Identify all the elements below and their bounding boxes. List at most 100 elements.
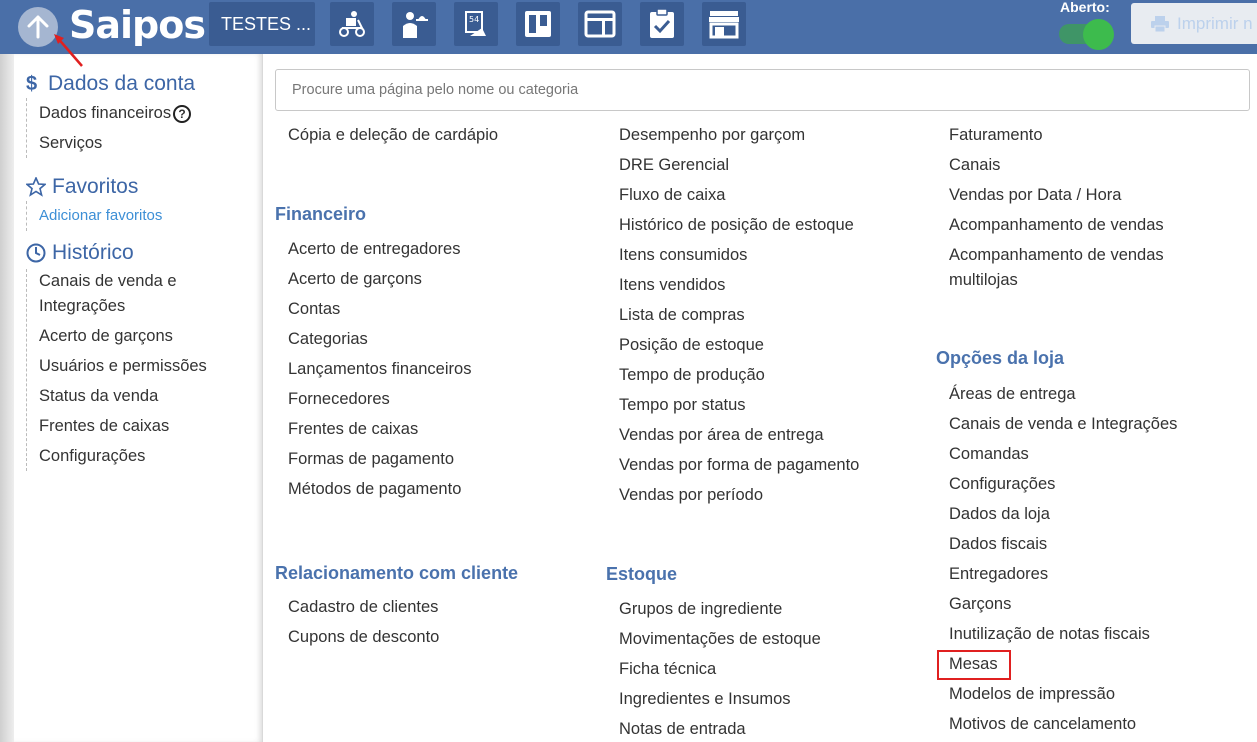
page-link[interactable]: Motivos de cancelamento (949, 715, 1136, 734)
page-link[interactable]: Grupos de ingrediente (619, 600, 782, 619)
waiter-icon (403, 12, 428, 38)
category-title-opcoes: Opções da loja (936, 348, 1065, 368)
page-link[interactable]: Acompanhamento de vendas (949, 246, 1164, 265)
favorites-section: Favoritos Adicionar favoritos (26, 175, 162, 231)
sidebar-item-financial-data[interactable]: Dados financeiros? (39, 98, 195, 128)
sidebar-item-sales-channels[interactable]: Canais de venda e Integrações (39, 269, 207, 319)
kanban-button[interactable] (516, 2, 560, 46)
sidebar-item-users-permissions[interactable]: Usuários e permissões (39, 351, 207, 381)
toggle-knob (1083, 19, 1114, 50)
favorites-header: Favoritos (26, 175, 162, 199)
page-link[interactable]: Tempo de produção (619, 366, 765, 385)
checklist-icon (650, 8, 674, 38)
account-header: $ Dados da conta (26, 72, 195, 96)
page-link[interactable]: multilojas (949, 271, 1018, 290)
store-selector-button[interactable]: TESTES ... (209, 2, 315, 46)
page-link[interactable]: Movimentações de estoque (619, 630, 821, 649)
sidebar-item-sale-status[interactable]: Status da venda (39, 381, 207, 411)
printer-icon (1151, 15, 1169, 32)
panel-button[interactable] (578, 2, 622, 46)
page-link[interactable]: Cupons de desconto (288, 628, 439, 647)
page-link[interactable]: Itens vendidos (619, 276, 725, 295)
sidebar-item-settings[interactable]: Configurações (39, 441, 207, 471)
page-link[interactable]: Acerto de garçons (288, 270, 422, 289)
page-link[interactable]: Vendas por Data / Hora (949, 186, 1121, 205)
clock-icon (26, 243, 46, 263)
sidebar-item-services[interactable]: Serviços (39, 128, 195, 158)
page-link[interactable]: Vendas por forma de pagamento (619, 456, 859, 475)
page-link[interactable]: Fluxo de caixa (619, 186, 725, 205)
page-link[interactable]: Ingredientes e Insumos (619, 690, 791, 709)
page-link[interactable]: Vendas por área de entrega (619, 426, 824, 445)
page-link[interactable]: Formas de pagamento (288, 450, 454, 469)
page-link[interactable]: Configurações (949, 475, 1055, 494)
page-link[interactable]: Desempenho por garçom (619, 126, 805, 145)
page-link[interactable]: Comandas (949, 445, 1029, 464)
page-link[interactable]: Histórico de posição de estoque (619, 216, 854, 235)
page-link[interactable]: Acompanhamento de vendas (949, 216, 1164, 235)
add-favorites-link[interactable]: Adicionar favoritos (39, 201, 162, 231)
page-link[interactable]: Entregadores (949, 565, 1048, 584)
dollar-icon: $ (26, 72, 38, 95)
history-header: Histórico (26, 241, 207, 265)
delivery-button[interactable] (330, 2, 374, 46)
store-status-label: Aberto: (1060, 0, 1110, 15)
favorites-title: Favoritos (52, 175, 139, 198)
page-link[interactable]: Lançamentos financeiros (288, 360, 471, 379)
page-link[interactable]: Lista de compras (619, 306, 745, 325)
page-link[interactable]: Áreas de entrega (949, 385, 1076, 404)
page-link[interactable]: Inutilização de notas fiscais (949, 625, 1150, 644)
page-link[interactable]: Categorias (288, 330, 368, 349)
page-link[interactable]: Frentes de caixas (288, 420, 418, 439)
sidebar-item-label: Canais de venda e (39, 272, 177, 290)
account-title: Dados da conta (48, 72, 196, 95)
top-bar: Saipos TESTES ... 54 Aberto: Imprimir n (0, 0, 1257, 67)
sidebar: $ Dados da conta Dados financeiros? Serv… (0, 54, 263, 742)
store-open-toggle[interactable] (1059, 19, 1115, 50)
history-title: Histórico (52, 241, 134, 264)
page-link[interactable]: Modelos de impressão (949, 685, 1115, 704)
highlight-box (937, 650, 1011, 680)
delivery-icon (339, 11, 365, 37)
page-link[interactable]: Ficha técnica (619, 660, 716, 679)
brand-logo[interactable]: Saipos (69, 3, 206, 47)
page-link[interactable]: Notas de entrada (619, 720, 746, 739)
print-button-label: Imprimir n (1177, 13, 1253, 33)
link-copy-delete-menu[interactable]: Cópia e deleção de cardápio (288, 126, 498, 145)
help-icon[interactable]: ? (173, 104, 192, 123)
page-search-input[interactable]: Procure uma página pelo nome ou categori… (275, 69, 1250, 111)
page-link[interactable]: DRE Gerencial (619, 156, 729, 175)
page-link[interactable]: Canais (949, 156, 1000, 175)
page-link[interactable]: Garçons (949, 595, 1011, 614)
sidebar-item-label: Integrações (39, 297, 126, 315)
arrow-up-icon (27, 15, 49, 39)
history-section: Histórico Canais de venda e Integrações … (26, 241, 207, 471)
table-card-icon: 54 (465, 11, 486, 36)
page-link[interactable]: Tempo por status (619, 396, 746, 415)
star-icon (26, 177, 46, 197)
page-link[interactable]: Canais de venda e Integrações (949, 415, 1177, 434)
page-link[interactable]: Vendas por período (619, 486, 763, 505)
page-link[interactable]: Dados da loja (949, 505, 1050, 524)
category-title-relacionamento: Relacionamento com cliente (275, 563, 519, 583)
category-title-estoque: Estoque (606, 564, 678, 584)
waiter-button[interactable] (392, 2, 436, 46)
page-link[interactable]: Métodos de pagamento (288, 480, 461, 499)
page-link[interactable]: Contas (288, 300, 340, 319)
page-link[interactable]: Dados fiscais (949, 535, 1047, 554)
table-card-button[interactable]: 54 (454, 2, 498, 46)
print-button[interactable]: Imprimir n (1131, 3, 1257, 44)
page-link[interactable]: Fornecedores (288, 390, 390, 409)
svg-text:54: 54 (469, 15, 479, 24)
store-button[interactable] (702, 2, 746, 46)
sidebar-item-waiter-settlement[interactable]: Acerto de garçons (39, 321, 207, 351)
page-link[interactable]: Itens consumidos (619, 246, 747, 265)
checklist-button[interactable] (640, 2, 684, 46)
category-title-financeiro: Financeiro (275, 204, 367, 224)
kanban-icon (525, 11, 551, 37)
page-link[interactable]: Cadastro de clientes (288, 598, 438, 617)
page-link[interactable]: Posição de estoque (619, 336, 764, 355)
page-link[interactable]: Acerto de entregadores (288, 240, 460, 259)
page-link[interactable]: Faturamento (949, 126, 1043, 145)
sidebar-item-cash-registers[interactable]: Frentes de caixas (39, 411, 207, 441)
